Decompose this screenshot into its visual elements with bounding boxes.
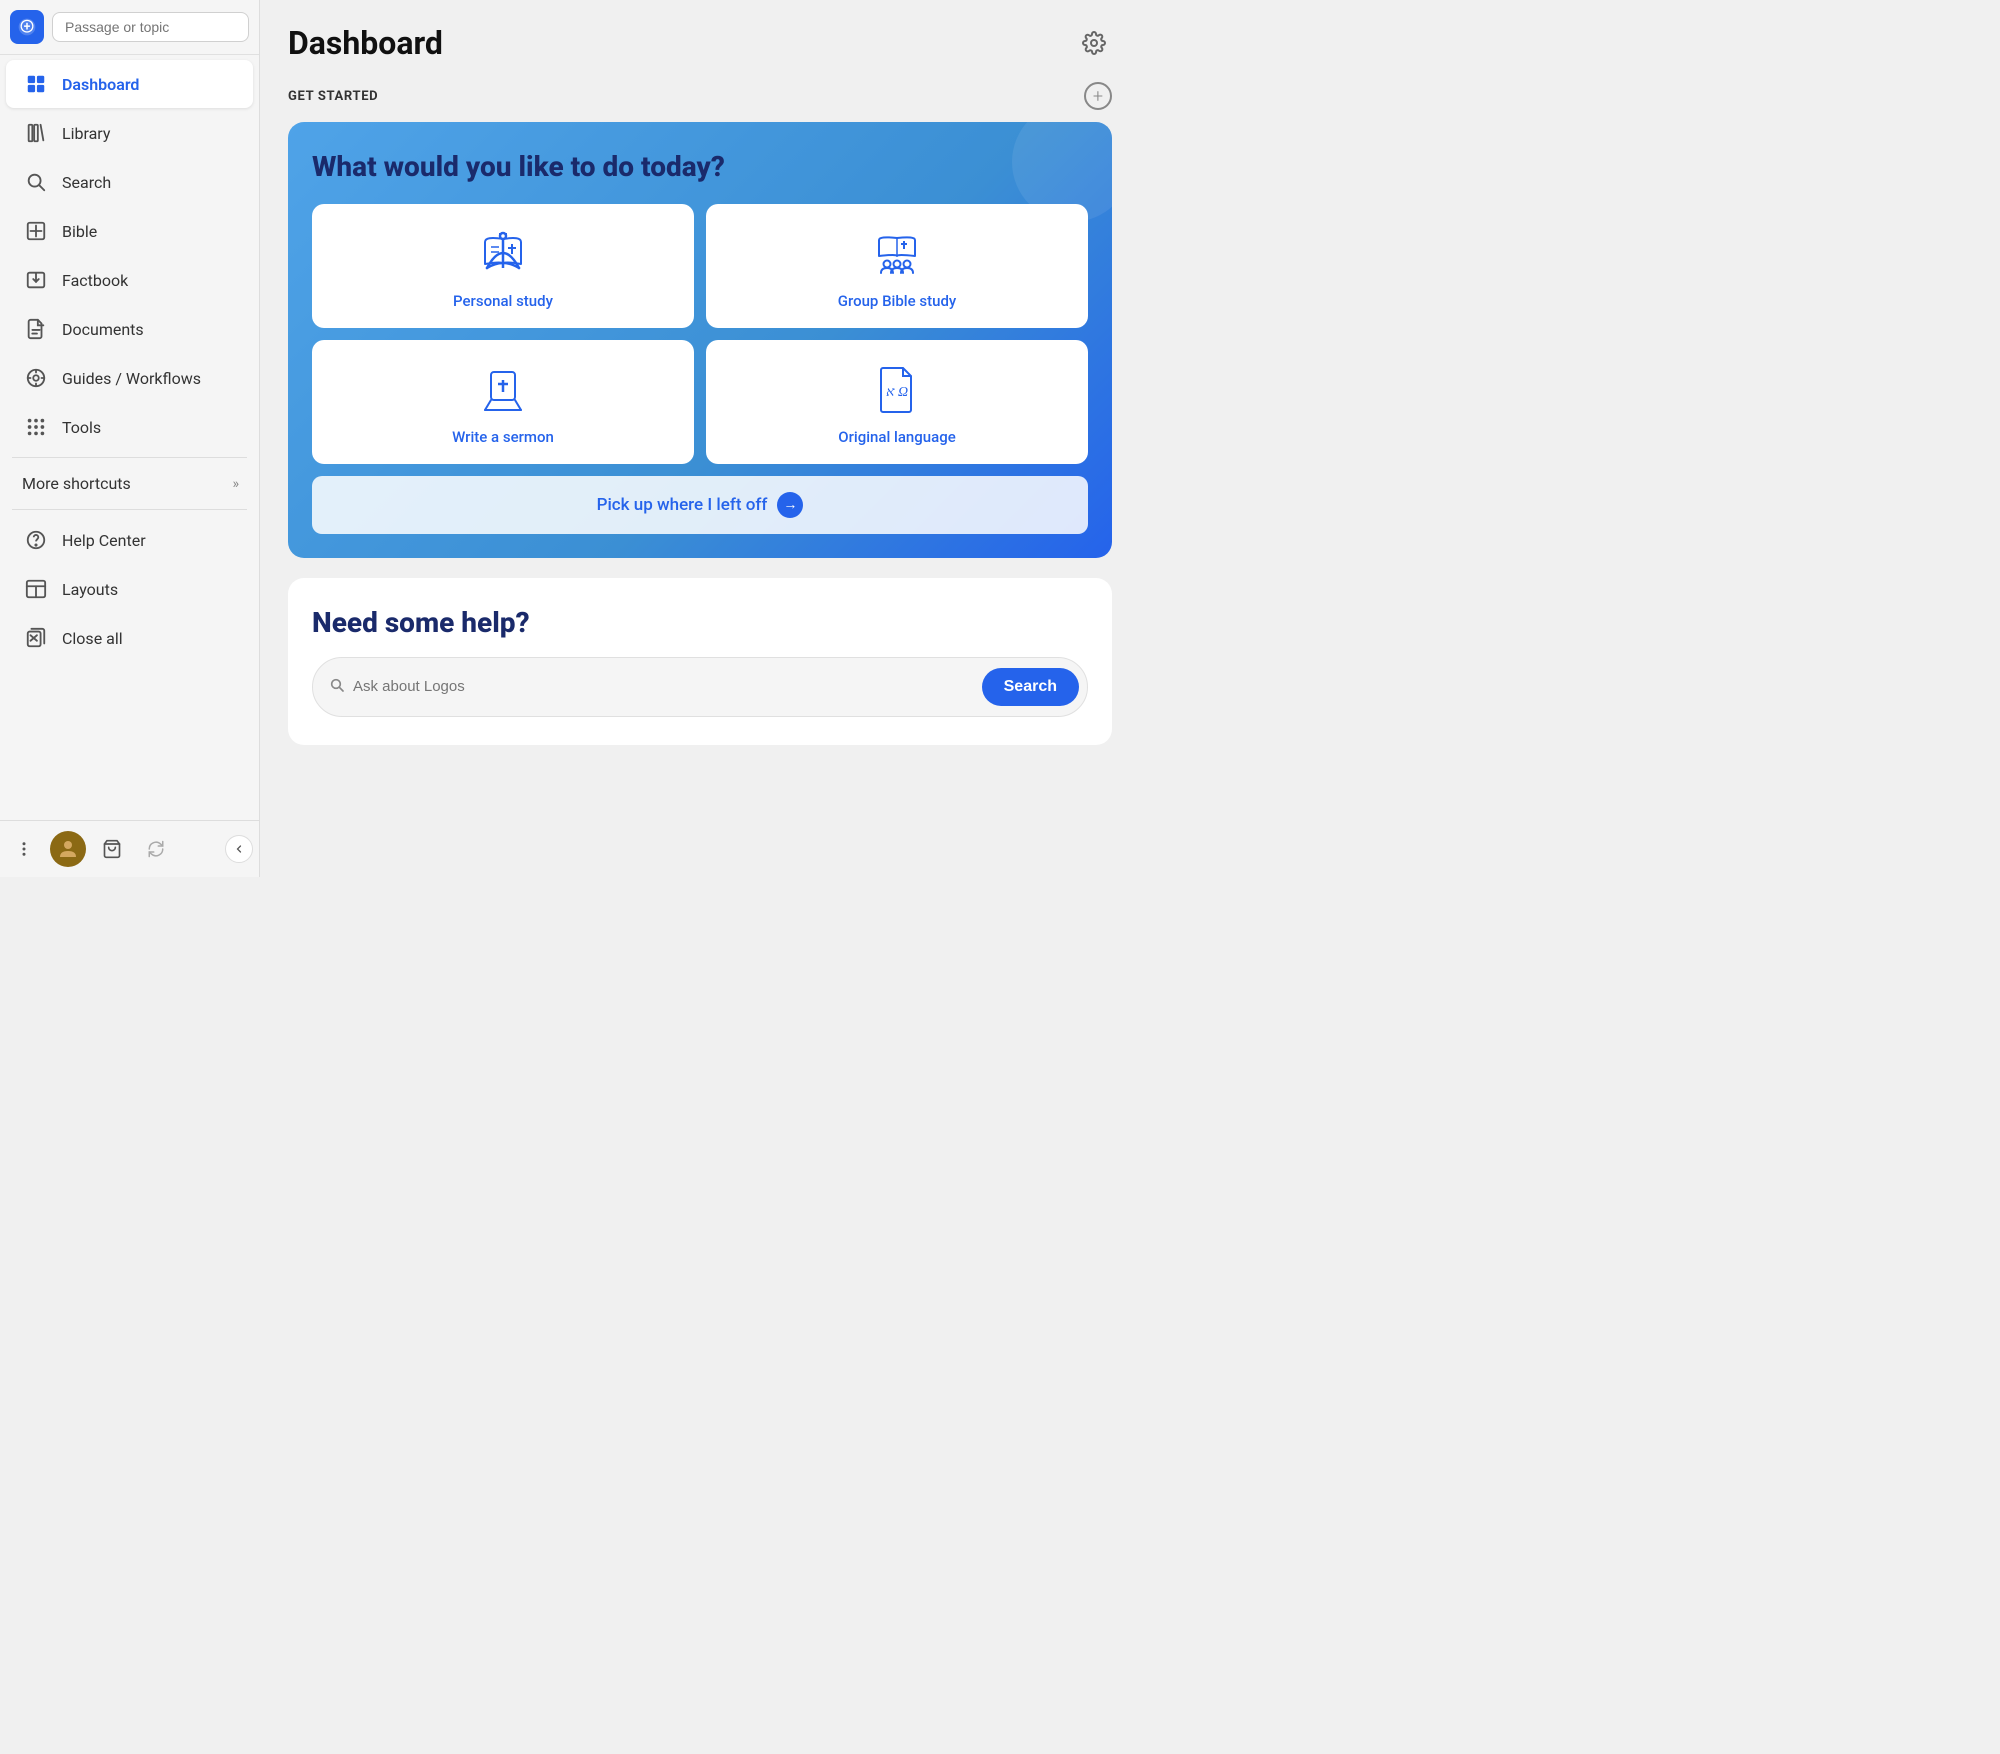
sidebar-bottom-bar: [0, 820, 259, 877]
bible-icon: [22, 217, 50, 245]
sidebar-item-dashboard[interactable]: Dashboard: [6, 60, 253, 108]
help-search-icon: [329, 677, 345, 697]
sidebar-item-help-center[interactable]: Help Center: [6, 516, 253, 564]
library-icon: [22, 119, 50, 147]
sidebar-item-layouts[interactable]: Layouts: [6, 565, 253, 613]
documents-icon: [22, 315, 50, 343]
chevron-right-icon: »: [232, 476, 237, 492]
write-sermon-card[interactable]: Write a sermon: [312, 340, 694, 464]
sidebar-item-label: Library: [62, 124, 110, 143]
card-heading: What would you like to do today?: [312, 150, 1088, 184]
sidebar-item-guides[interactable]: Guides / Workflows: [6, 354, 253, 402]
sidebar: Dashboard Library Search: [0, 0, 260, 877]
help-icon: [22, 526, 50, 554]
page-title: Dashboard: [288, 24, 443, 62]
sidebar-item-label: Bible: [62, 222, 97, 241]
sidebar-item-label: Documents: [62, 320, 144, 339]
sidebar-item-factbook[interactable]: Factbook: [6, 256, 253, 304]
help-search-bar[interactable]: Search: [312, 657, 1088, 717]
sidebar-item-label: Layouts: [62, 580, 118, 599]
main-content: Dashboard GET STARTED + What would you l…: [260, 0, 1140, 877]
sidebar-item-label: Help Center: [62, 531, 146, 550]
get-started-add-btn[interactable]: +: [1084, 82, 1112, 110]
nav-divider-2: [12, 509, 247, 510]
original-language-icon: א Ω: [871, 362, 923, 418]
help-card: Need some help? Search: [288, 578, 1112, 745]
sidebar-item-label: Dashboard: [62, 75, 139, 94]
more-options-btn[interactable]: [6, 831, 42, 867]
personal-study-label: Personal study: [453, 292, 553, 310]
write-sermon-icon: [477, 362, 529, 418]
dashboard-icon: [22, 70, 50, 98]
guides-icon: [22, 364, 50, 392]
sidebar-item-library[interactable]: Library: [6, 109, 253, 157]
sidebar-item-label: Factbook: [62, 271, 128, 290]
close-all-icon: [22, 624, 50, 652]
nav-divider-1: [12, 457, 247, 458]
group-bible-study-label: Group Bible study: [838, 292, 957, 310]
personal-study-card[interactable]: Personal study: [312, 204, 694, 328]
layouts-icon: [22, 575, 50, 603]
sidebar-item-label: Tools: [62, 418, 101, 437]
help-heading: Need some help?: [312, 606, 1088, 639]
original-language-card[interactable]: א Ω Original language: [706, 340, 1088, 464]
sidebar-item-label: Search: [62, 173, 111, 192]
write-sermon-label: Write a sermon: [452, 428, 554, 446]
sidebar-search-bar: [0, 0, 259, 55]
settings-gear-btn[interactable]: [1076, 25, 1112, 61]
search-icon: [22, 168, 50, 196]
refresh-btn[interactable]: [138, 831, 174, 867]
group-bible-study-icon: [871, 226, 923, 282]
svg-text:Ω: Ω: [898, 385, 908, 400]
passage-search-input-wrapper[interactable]: [52, 12, 249, 42]
svg-text:א: א: [886, 385, 895, 400]
sidebar-item-bible[interactable]: Bible: [6, 207, 253, 255]
pickup-label: Pick up where I left off: [597, 495, 768, 515]
get-started-section-header: GET STARTED +: [288, 82, 1112, 110]
sidebar-item-close-all[interactable]: Close all: [6, 614, 253, 662]
factbook-icon: [22, 266, 50, 294]
sidebar-item-search[interactable]: Search: [6, 158, 253, 206]
sidebar-collapse-btn[interactable]: [225, 835, 253, 863]
study-options-grid: Personal study: [312, 204, 1088, 464]
sidebar-item-label: Close all: [62, 629, 123, 648]
pickup-arrow-icon: →: [777, 492, 803, 518]
get-started-section-title: GET STARTED: [288, 89, 378, 104]
help-search-button[interactable]: Search: [982, 668, 1079, 706]
tools-icon: [22, 413, 50, 441]
sidebar-item-label: Guides / Workflows: [62, 369, 201, 388]
main-header: Dashboard: [288, 24, 1112, 62]
nav-menu: Dashboard Library Search: [0, 55, 259, 820]
pickup-where-left-off-btn[interactable]: Pick up where I left off →: [312, 476, 1088, 534]
user-avatar[interactable]: [50, 831, 86, 867]
sidebar-item-tools[interactable]: Tools: [6, 403, 253, 451]
more-shortcuts-btn[interactable]: More shortcuts »: [6, 464, 253, 503]
group-bible-study-card[interactable]: Group Bible study: [706, 204, 1088, 328]
cart-btn[interactable]: [94, 831, 130, 867]
sidebar-item-documents[interactable]: Documents: [6, 305, 253, 353]
app-logo[interactable]: [10, 10, 44, 44]
get-started-card: What would you like to do today?: [288, 122, 1112, 558]
help-search-input[interactable]: [353, 678, 982, 695]
original-language-label: Original language: [838, 428, 956, 446]
more-shortcuts-label: More shortcuts: [22, 474, 131, 493]
personal-study-icon: [477, 226, 529, 282]
passage-search-input[interactable]: [65, 19, 236, 35]
